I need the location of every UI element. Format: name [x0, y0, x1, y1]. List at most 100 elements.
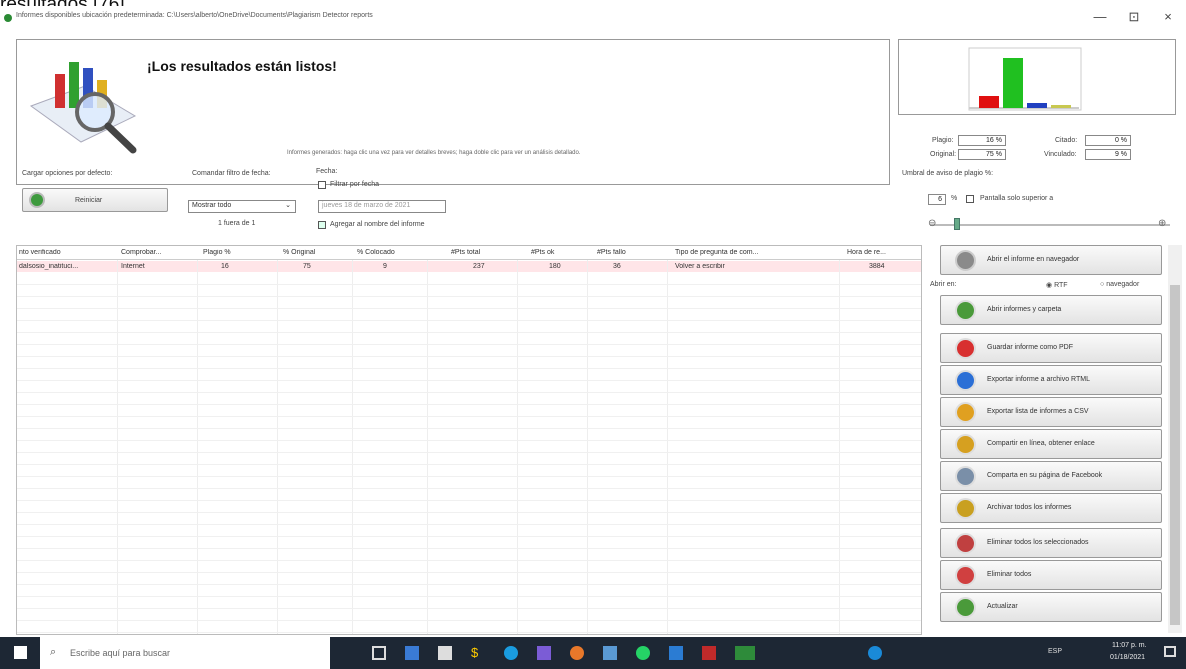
reiniciar-label: Reiniciar [75, 197, 103, 204]
archive-icon [955, 498, 976, 519]
agregar-check-label: Agregar al nombre del informe [330, 221, 425, 228]
pdf-icon [955, 338, 976, 359]
col-header[interactable]: Comprobar... [121, 249, 175, 256]
delete-selected-button[interactable]: Eliminar todos los seleccionados [940, 528, 1162, 558]
close-button[interactable]: × [1158, 9, 1178, 24]
taskbar-search[interactable]: ⌕ Escribe aquí para buscar [40, 637, 330, 669]
share-icon [955, 434, 976, 455]
radio-navegador[interactable]: ○ navegador [1100, 281, 1139, 288]
citado-label: Citado: [1055, 137, 1078, 144]
summary-bars [968, 47, 1082, 111]
agregar-checkbox[interactable] [318, 221, 326, 229]
task-view-icon[interactable] [372, 646, 386, 660]
vertical-scrollbar[interactable] [1168, 245, 1182, 633]
update-button[interactable]: Actualizar [940, 592, 1162, 622]
fecha-check-label: Filtrar por fecha [330, 181, 380, 188]
search-icon: ⌕ [50, 646, 57, 658]
zoom-in-icon[interactable]: ⊕ [1158, 218, 1166, 229]
save-pdf-button[interactable]: Guardar informe como PDF [940, 333, 1162, 363]
app-icon[interactable] [537, 646, 551, 660]
taskbar: ⌕ Escribe aquí para buscar $ ESP 11:07 p… [0, 637, 1186, 669]
maximize-button[interactable]: ⊡ [1124, 9, 1144, 25]
export-rtf-icon [955, 370, 976, 391]
app-icon[interactable] [868, 646, 882, 660]
umbral-label: Umbral de aviso de plagio %: [902, 170, 994, 177]
filter-label: Comandar filtro de fecha: [192, 170, 271, 177]
col-header[interactable]: Hora de re... [847, 249, 913, 256]
fecha-label: Fecha: [316, 168, 338, 175]
export-rtf-button[interactable]: Exportar informe a archivo RTML [940, 365, 1162, 395]
edge-icon[interactable] [504, 646, 518, 660]
umbral-check-label: Pantalla solo superior a [980, 195, 1054, 202]
results-subtitle: Informes generados: haga clic una vez pa… [287, 150, 581, 156]
report-magnifier-icon [29, 62, 137, 154]
col-header[interactable]: Plagio % [203, 249, 253, 256]
fecha-picker[interactable]: jueves 18 de marzo de 2021 [318, 200, 446, 213]
app-icon[interactable] [702, 646, 716, 660]
radio-rtf[interactable]: ◉ RTF [1046, 281, 1068, 289]
app-icon[interactable]: $ [471, 645, 485, 660]
archive-all-button[interactable]: Archivar todos los informes [940, 493, 1162, 523]
abrir-en-label: Abrir en: [930, 281, 957, 288]
csv-icon [955, 402, 976, 423]
bar-citado [1051, 105, 1071, 108]
col-header[interactable]: #Pts ok [531, 249, 571, 256]
table-header: nto verificado Comprobar... Plagio % % O… [17, 246, 921, 260]
plagiarism-detector-icon[interactable] [735, 646, 755, 660]
fecha-checkbox[interactable] [318, 181, 326, 189]
filter-count: 1 fuera de 1 [218, 220, 256, 227]
original-label: Original: [930, 151, 957, 158]
whatsapp-icon[interactable] [636, 646, 650, 660]
umbral-unit: % [951, 195, 958, 202]
bar-original [1003, 58, 1023, 108]
vinculado-label: Vinculado: [1044, 151, 1077, 158]
col-header[interactable]: % Original [283, 249, 339, 256]
filter-select[interactable]: Mostrar todo ⌄ [188, 200, 296, 213]
col-header[interactable]: % Colocado [357, 249, 417, 256]
windows-start-icon[interactable] [14, 646, 27, 659]
plagio-label: Plagio: [932, 137, 954, 144]
clock-time[interactable]: 11:07 p. m. [1112, 642, 1147, 649]
table-row[interactable]: dalsosio_inatituci... Internet 16 75 9 2… [17, 261, 921, 272]
minimize-button[interactable]: — [1090, 9, 1110, 24]
col-header[interactable]: #Pts fallo [597, 249, 643, 256]
app-icon[interactable] [405, 646, 419, 660]
clock-date[interactable]: 01/18/2021 [1110, 654, 1145, 661]
open-folder-button[interactable]: Abrir informes y carpeta [940, 295, 1162, 325]
app-logo-icon [4, 14, 12, 22]
export-csv-button[interactable]: Exportar lista de informes a CSV [940, 397, 1162, 427]
firefox-icon[interactable] [570, 646, 584, 660]
umbral-slider-thumb[interactable] [954, 218, 960, 230]
refresh-icon [955, 597, 976, 618]
col-header[interactable]: Tipo de pregunta de com... [675, 249, 825, 256]
word-icon[interactable] [669, 646, 683, 660]
open-in-browser-button[interactable]: Abrir el informe en navegador [940, 245, 1162, 275]
umbral-checkbox[interactable] [966, 195, 974, 203]
store-icon[interactable] [438, 646, 452, 660]
zoom-out-icon[interactable]: ⊖ [928, 218, 936, 229]
bar-plagio [979, 96, 999, 108]
umbral-spinner[interactable]: 6 [928, 194, 946, 205]
plagio-value: 16 % [958, 135, 1006, 146]
refresh-icon [29, 192, 45, 208]
folder-open-icon [955, 300, 976, 321]
app-icon[interactable] [603, 646, 617, 660]
notification-icon[interactable] [1164, 646, 1176, 657]
delete-selected-icon [955, 533, 976, 554]
browser-icon [955, 250, 976, 271]
bar-vinculado [1027, 103, 1047, 108]
results-header: ¡Los resultados están listos! Informes g… [16, 39, 890, 185]
facebook-icon [955, 466, 976, 487]
citado-value: 0 % [1085, 135, 1131, 146]
umbral-slider-track[interactable] [930, 224, 1170, 226]
title-bar: Informes disponibles ubicación predeterm… [0, 6, 1186, 30]
reiniciar-button[interactable]: Reiniciar [22, 188, 168, 212]
original-value: 75 % [958, 149, 1006, 160]
delete-all-button[interactable]: Eliminar todos [940, 560, 1162, 590]
results-table: nto verificado Comprobar... Plagio % % O… [16, 245, 922, 635]
share-facebook-button[interactable]: Comparta en su página de Facebook [940, 461, 1162, 491]
col-header[interactable]: nto verificado [19, 249, 115, 256]
load-defaults-label: Cargar opciones por defecto: [22, 170, 113, 177]
share-online-button[interactable]: Compartir en línea, obtener enlace [940, 429, 1162, 459]
col-header[interactable]: #Pts total [451, 249, 501, 256]
